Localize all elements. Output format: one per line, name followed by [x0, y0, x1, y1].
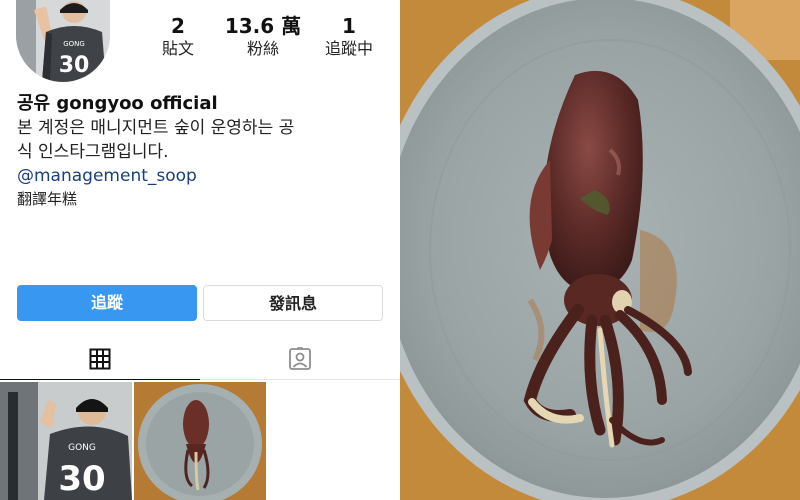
bio-line-1: 본 계정은 매니지먼트 숲이 운영하는 공: [17, 118, 295, 138]
post-thumbnail[interactable]: [134, 382, 266, 500]
grid-icon: [89, 348, 111, 369]
post-thumbnail[interactable]: GONG 30: [0, 382, 132, 500]
message-button[interactable]: 發訊息: [203, 285, 383, 321]
posts-count-value: 2: [171, 14, 185, 38]
jersey-number: 30: [59, 53, 90, 78]
bio-line-2: 식 인스타그램입니다.: [17, 142, 169, 162]
followers-count-value: 13.6 萬: [224, 14, 302, 38]
followers-count-label: 粉絲: [246, 39, 279, 58]
posts-count[interactable]: 2 貼文: [133, 14, 223, 60]
jersey-name: GONG: [63, 40, 85, 48]
profile-bio: 공유 gongyoo official 본 계정은 매니지먼트 숲이 운영하는 …: [17, 92, 387, 210]
tab-tagged[interactable]: [200, 338, 400, 380]
translate-link[interactable]: 翻譯年糕: [17, 188, 387, 210]
tab-grid[interactable]: [0, 338, 200, 380]
squid-photo: [400, 0, 800, 500]
following-count-label: 追蹤中: [324, 39, 373, 58]
follow-button[interactable]: 追蹤: [17, 285, 197, 321]
followers-count[interactable]: 13.6 萬 粉絲: [218, 14, 308, 60]
squid-thumb-photo: [134, 382, 266, 500]
avatar[interactable]: GONG 30: [16, 0, 110, 82]
mention-link[interactable]: @management_soop: [17, 164, 387, 188]
jersey-photo: GONG 30: [0, 382, 132, 500]
svg-text:30: 30: [58, 459, 105, 499]
profile-name: 공유 gongyoo official: [17, 93, 218, 114]
following-count[interactable]: 1 追蹤中: [304, 14, 394, 60]
profile-tabs: [0, 338, 400, 380]
posts-grid: GONG 30: [0, 382, 400, 500]
tagged-icon: [289, 346, 311, 370]
following-count-value: 1: [342, 14, 356, 38]
profile-panel: GONG 30 2 貼文 13.6 萬 粉絲 1 追蹤中 공유 gongyoo …: [0, 0, 400, 500]
svg-text:GONG: GONG: [68, 443, 96, 453]
posts-count-label: 貼文: [161, 39, 194, 58]
